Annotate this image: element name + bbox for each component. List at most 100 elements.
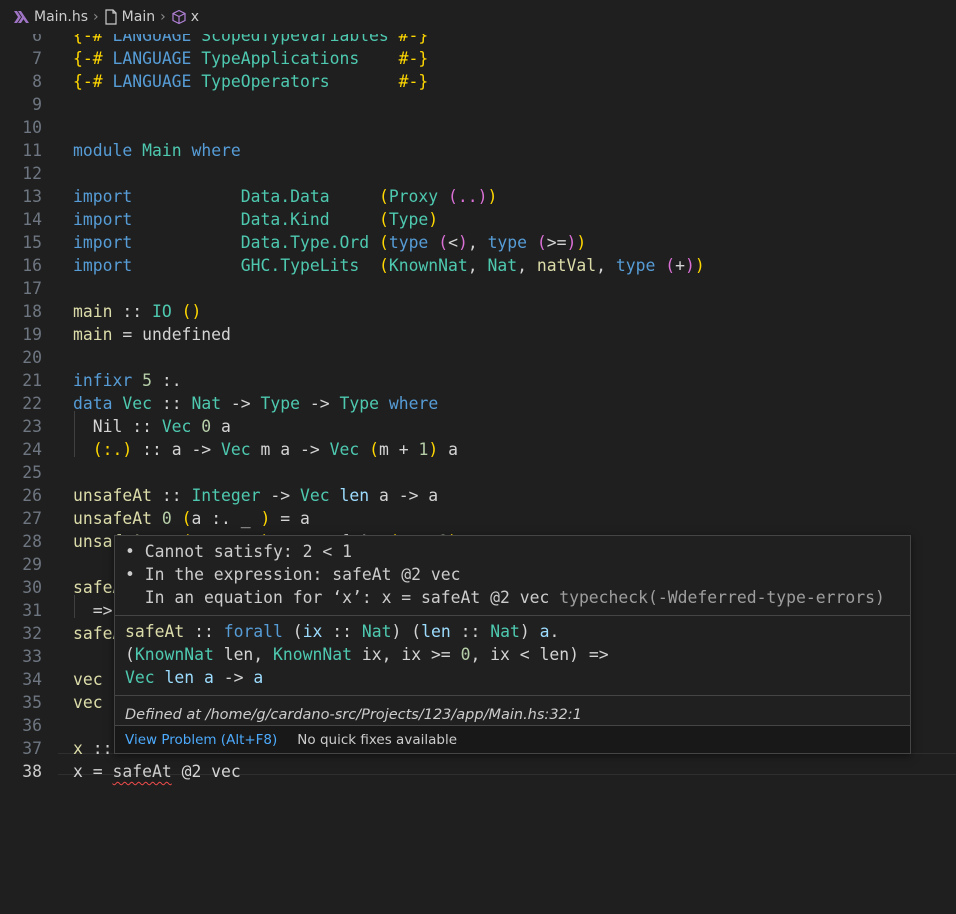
line-code: x = safeAt @2 vec [73, 760, 241, 783]
code-token: Vec [161, 417, 192, 436]
code-token: ( [665, 256, 676, 275]
code-line[interactable]: 8 {-# LANGUAGE TypeOperators #-} [0, 70, 956, 93]
code-token: #-} [398, 49, 429, 68]
code-token: ) [487, 187, 498, 206]
code-line[interactable]: 20 [0, 346, 956, 369]
line-number: 18 [22, 302, 42, 321]
code-line[interactable]: 9 [0, 93, 956, 116]
code-token: unsafeAt [73, 486, 152, 505]
code-token: Nat [487, 256, 518, 275]
signature-line: Vec len a -> a [125, 666, 900, 689]
view-problem-link[interactable]: View Problem (Alt+F8) [125, 732, 277, 748]
code-line[interactable]: 18 main :: IO () [0, 300, 956, 323]
code-line[interactable]: 19 main = undefined [0, 323, 956, 346]
code-line[interactable]: 27 unsafeAt 0 (a :. _ ) = a [0, 507, 956, 530]
signature-line: (KnownNat len, KnownNat ix, ix >= 0, ix … [125, 643, 900, 666]
code-token: :: a -> [132, 440, 222, 459]
code-token: KnownNat [273, 645, 352, 664]
code-token: vec [73, 670, 103, 689]
hover-status-bar: View Problem (Alt+F8) No quick fixes ava… [115, 725, 910, 753]
line-code: main = undefined [73, 323, 231, 346]
breadcrumb-module[interactable]: Main [104, 9, 155, 25]
line-number: 26 [22, 486, 42, 505]
line-number: 33 [22, 647, 42, 666]
code-token: = a [270, 509, 310, 528]
code-token: , ix < len) => [470, 645, 609, 664]
code-line[interactable]: 22 data Vec :: Nat -> Type -> Type where [0, 392, 956, 415]
code-line[interactable]: 21 infixr 5 :. [0, 369, 956, 392]
code-token: ( [378, 256, 389, 275]
code-token: ) [428, 210, 439, 229]
line-number: 25 [22, 463, 42, 482]
code-line[interactable]: 23 Nil :: Vec 0 a [0, 415, 956, 438]
code-token: @2 vec [171, 762, 241, 781]
line-code: import GHC.TypeLits (KnownNat, Nat, natV… [73, 254, 705, 277]
code-line[interactable]: 17 [0, 277, 956, 300]
code-token: ( [378, 187, 389, 206]
code-token: ( [369, 440, 379, 459]
code-line[interactable]: 25 [0, 461, 956, 484]
code-line[interactable]: 16 import GHC.TypeLits (KnownNat, Nat, na… [0, 254, 956, 277]
line-code: Nil :: Vec 0 a [73, 415, 231, 438]
code-token: -> [300, 394, 340, 413]
code-line[interactable]: 24 (:.) :: a -> Vec m a -> Vec (m + 1) a [0, 438, 956, 461]
chevron-right-icon: › [93, 9, 99, 25]
code-token: a [203, 668, 214, 687]
haskell-icon [14, 11, 29, 23]
code-token: GHC.TypeLits [240, 256, 360, 275]
breadcrumb-symbol[interactable]: x [171, 9, 199, 25]
code-token: 0 [460, 645, 471, 664]
code-token: -> [221, 394, 261, 413]
code-line[interactable]: 12 [0, 162, 956, 185]
code-token: . [549, 622, 560, 641]
code-token: a [253, 668, 264, 687]
code-token: -> [213, 668, 254, 687]
code-line[interactable]: 26 unsafeAt :: Integer -> Vec len a -> a [0, 484, 956, 507]
code-line[interactable]: 13 import Data.Data (Proxy (..)) [0, 185, 956, 208]
code-line[interactable]: 10 [0, 116, 956, 139]
code-token: Vec [329, 440, 360, 459]
line-number: 31 [22, 601, 42, 620]
code-line[interactable]: 15 import Data.Type.Ord (type (<), type (… [0, 231, 956, 254]
code-line[interactable]: 11 module Main where [0, 139, 956, 162]
code-token: Vec [221, 440, 251, 459]
code-token: :: [151, 394, 192, 413]
line-code: main :: IO () [73, 300, 201, 323]
code-token: import [73, 210, 133, 229]
code-token: Vec [125, 668, 155, 687]
code-token: where [388, 394, 439, 413]
code-token: => [73, 601, 113, 620]
code-token: main [73, 302, 113, 321]
code-token: data [73, 394, 113, 413]
code-token: Vec [300, 486, 330, 505]
code-token: ( [536, 233, 547, 252]
code-token: {-# [73, 72, 103, 91]
breadcrumb-file[interactable]: Main.hs [14, 9, 88, 25]
code-token: module [73, 141, 133, 160]
line-code: unsafeAt 0 (a :. _ ) = a [73, 507, 310, 530]
code-token: LANGUAGE [102, 72, 192, 91]
line-number: 37 [22, 739, 42, 758]
code-line[interactable]: 14 import Data.Kind (Type) [0, 208, 956, 231]
hover-tooltip: • Cannot satisfy: 2 < 1 • In the express… [114, 535, 911, 754]
code-token: ) [566, 233, 577, 252]
code-line[interactable]: 7 {-# LANGUAGE TypeApplications #-} [0, 47, 956, 70]
code-line[interactable]: 38 x = safeAt @2 vec [0, 760, 956, 783]
code-token: Nat [361, 622, 392, 641]
code-token: >= [546, 233, 567, 252]
